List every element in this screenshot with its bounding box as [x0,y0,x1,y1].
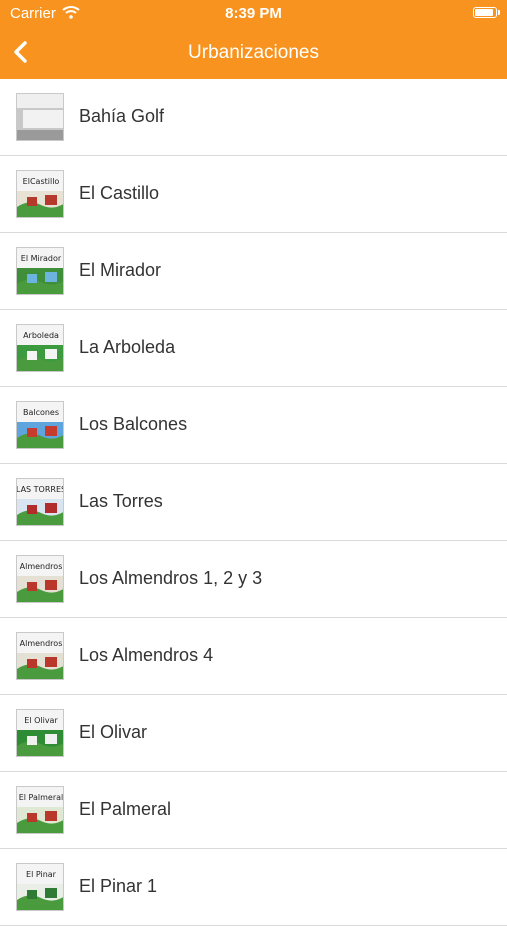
sign-text: Almendros [20,639,63,648]
battery-icon [473,7,500,18]
urbanizacion-thumbnail: LAS TORRES [16,478,64,526]
urbanizacion-thumbnail: Balcones [16,401,64,449]
list-item[interactable]: El Palmeral El Palmeral [0,772,507,849]
sign-text: ElCastillo [23,177,60,186]
list-item[interactable]: ElCastillo El Castillo [0,156,507,233]
status-bar: Carrier 8:39 PM [0,0,507,28]
list-item[interactable]: El Olivar El Olivar [0,695,507,772]
clock: 8:39 PM [225,5,282,22]
list-item-label: El Palmeral [79,799,172,819]
urbanizacion-thumbnail: Almendros [16,555,64,603]
urbanizacion-thumbnail: Almendros [16,632,64,680]
list-item[interactable]: Arboleda La Arboleda [0,310,507,387]
sign-text: El Mirador [21,254,62,263]
list-item-label: El Olivar [79,722,148,742]
urbanizaciones-list: Bahía Golf ElCastillo El Castillo El Mirado… [0,79,507,926]
sign-text: LAS TORRES [17,485,64,494]
urbanizacion-thumbnail [16,93,64,141]
sign-text: Arboleda [23,331,59,340]
list-item-label: El Pinar 1 [79,876,158,896]
urbanizacion-thumbnail: El Pinar [16,863,64,911]
sign-text: Almendros [20,562,63,571]
list-item[interactable]: El Mirador El Mirador [0,233,507,310]
urbanizacion-thumbnail: El Olivar [16,709,64,757]
sign-text: Balcones [23,408,59,417]
urbanizacion-thumbnail: ElCastillo [16,170,64,218]
list-item[interactable]: Almendros Los Almendros 4 [0,618,507,695]
list-item-label: La Arboleda [79,337,176,357]
list-item[interactable]: El Pinar El Pinar 1 [0,849,507,926]
list-item[interactable]: Almendros Los Almendros 1, 2 y 3 [0,541,507,618]
list-item-label: Las Torres [79,491,163,511]
list-item-label: El Castillo [79,183,160,203]
sign-text: El Pinar [26,870,57,879]
list-item-label: Bahía Golf [79,106,165,126]
navigation-bar: Urbanizaciones [0,28,507,79]
list-item[interactable]: Balcones Los Balcones [0,387,507,464]
urbanizacion-thumbnail: El Mirador [16,247,64,295]
list-item-label: El Mirador [79,260,162,280]
sign-text: El Palmeral [19,793,64,802]
urbanizacion-thumbnail: El Palmeral [16,786,64,834]
sign-text: El Olivar [24,716,58,725]
page-title: Urbanizaciones [188,42,319,63]
list-item-label: Los Almendros 1, 2 y 3 [79,568,263,588]
list-item-label: Los Balcones [79,414,188,434]
list-item[interactable]: Bahía Golf [0,79,507,156]
list-item[interactable]: LAS TORRES Las Torres [0,464,507,541]
urbanizacion-thumbnail: Arboleda [16,324,64,372]
list-item-label: Los Almendros 4 [79,645,214,665]
